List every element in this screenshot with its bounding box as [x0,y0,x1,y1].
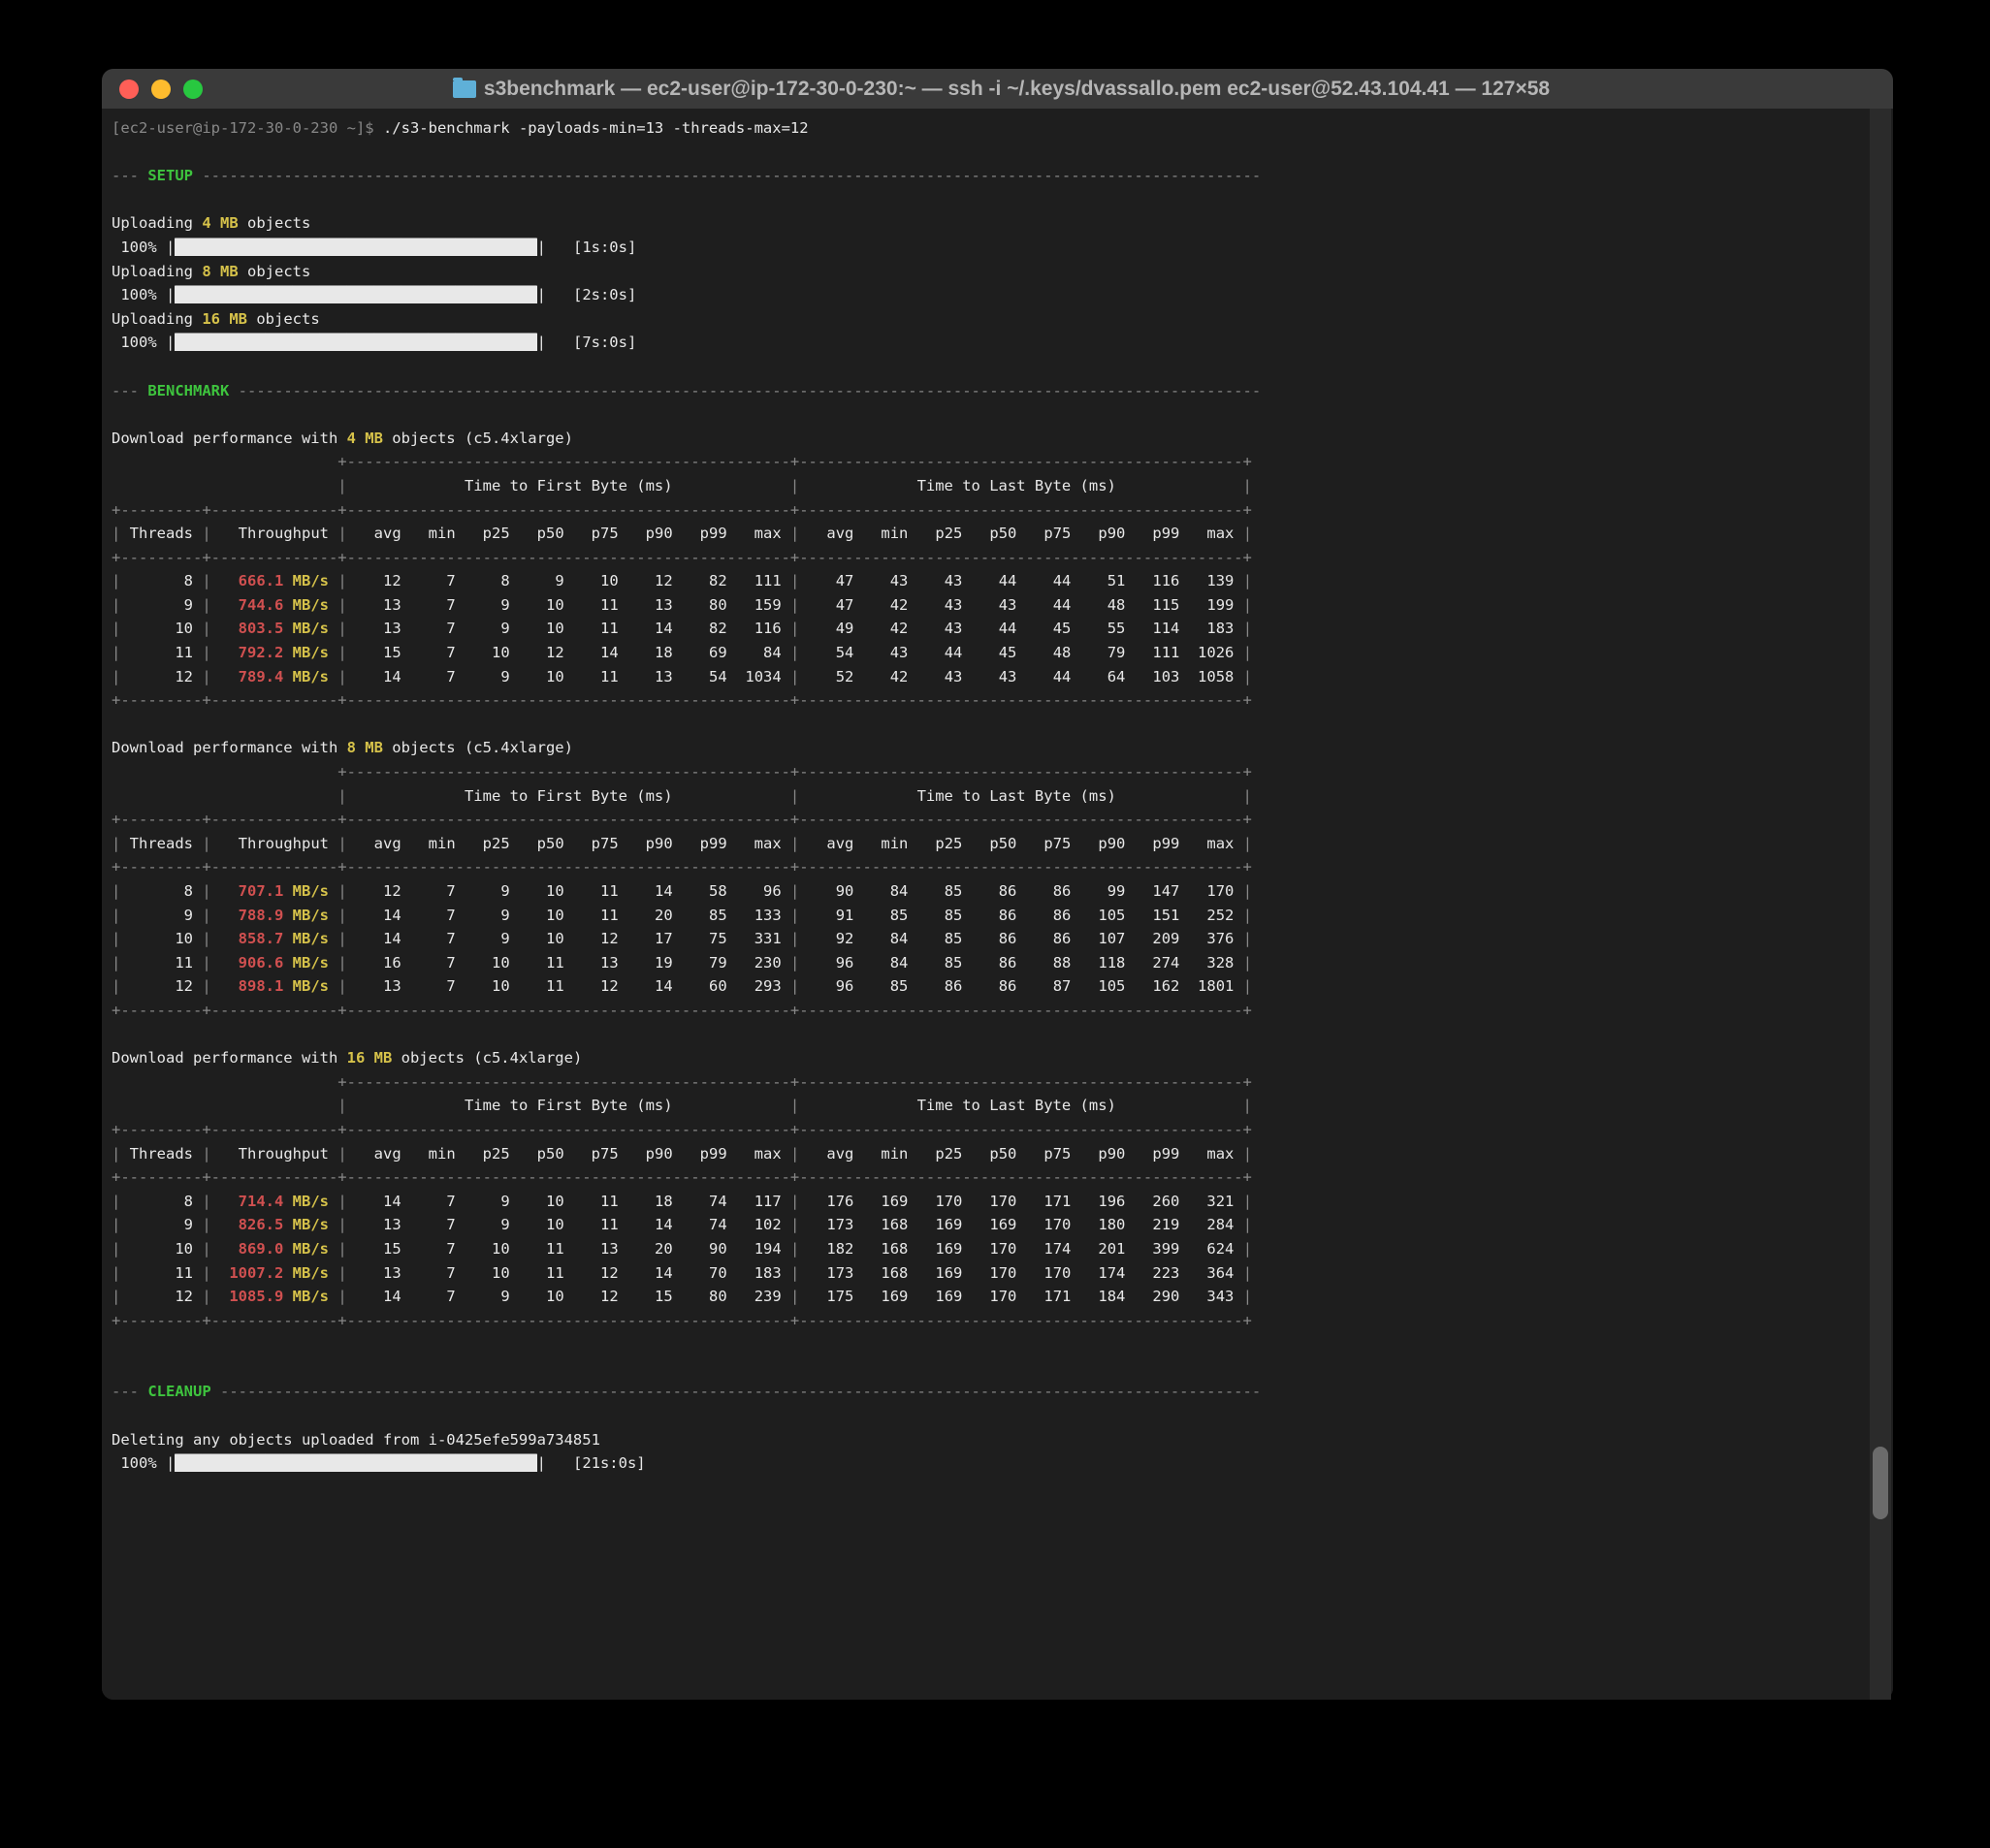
zoom-icon[interactable] [183,80,203,99]
window-controls [119,80,203,99]
folder-icon [453,80,476,98]
minimize-icon[interactable] [151,80,171,99]
window-title: s3benchmark — ec2-user@ip-172-30-0-230:~… [203,78,1800,101]
terminal-window: s3benchmark — ec2-user@ip-172-30-0-230:~… [102,69,1893,1700]
scrollbar-track[interactable] [1870,109,1891,1700]
scrollbar-thumb[interactable] [1873,1447,1888,1519]
titlebar: s3benchmark — ec2-user@ip-172-30-0-230:~… [102,69,1893,109]
close-icon[interactable] [119,80,139,99]
terminal-output[interactable]: [ec2-user@ip-172-30-0-230 ~]$ ./s3-bench… [102,109,1893,1483]
title-text: s3benchmark — ec2-user@ip-172-30-0-230:~… [484,78,1550,101]
terminal-body[interactable]: [ec2-user@ip-172-30-0-230 ~]$ ./s3-bench… [102,109,1893,1700]
